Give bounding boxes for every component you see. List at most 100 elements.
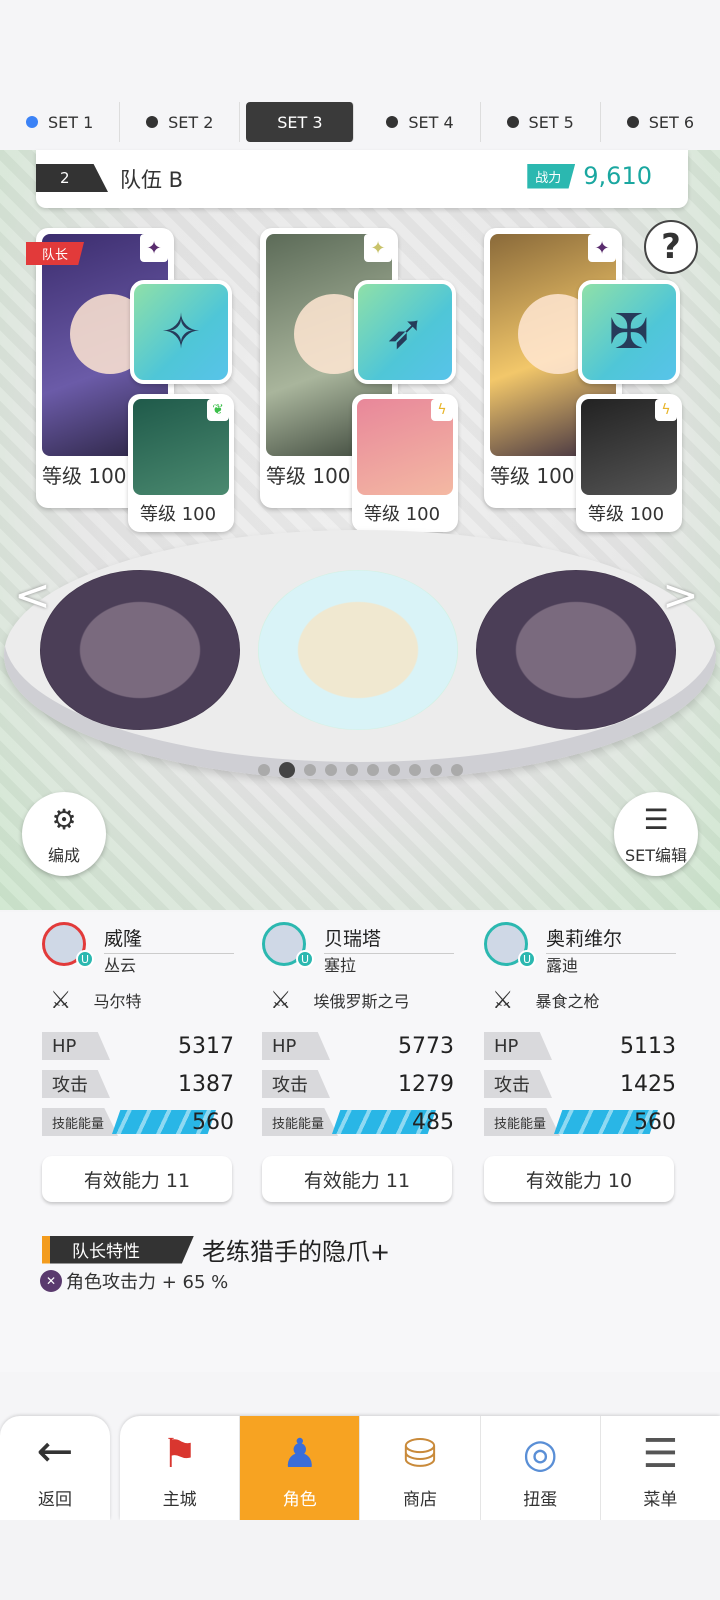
weapon-name: 马尔特 <box>93 992 142 1011</box>
weapon-icon: ⚔ <box>492 986 514 1014</box>
attack-label: 攻击 <box>484 1070 552 1098</box>
page-dot[interactable] <box>324 764 337 776</box>
leader-tag: 队长 <box>26 242 85 265</box>
effective-ability-button[interactable]: 有效能力 11 <box>42 1156 232 1202</box>
pedestal-3 <box>476 570 676 730</box>
page-dot[interactable] <box>278 762 295 778</box>
weapon-row: ⚔ 暴食之枪 <box>492 986 600 1014</box>
support-name: 丛云 <box>104 956 137 975</box>
set-edit-label: SET编辑 <box>624 846 688 865</box>
page-dot[interactable] <box>366 764 379 776</box>
tab-label: 主城 <box>162 1490 197 1510</box>
page-dot[interactable] <box>450 764 463 776</box>
set-dot-icon <box>506 116 519 128</box>
hp-value: 5317 <box>178 1033 234 1059</box>
hero-slot-2[interactable]: ✦ 等级 100 ➶ ϟ 等级 100 <box>256 228 458 538</box>
set-tab-1[interactable]: SET 1 <box>0 102 121 142</box>
page-dot[interactable] <box>387 764 400 776</box>
weapon-icon: ⚔ <box>50 986 72 1014</box>
tab-menu[interactable]: ☰ 菜单 <box>601 1416 720 1520</box>
support-level: 等级 100 <box>588 504 665 525</box>
prev-arrow-icon[interactable]: < <box>14 570 51 621</box>
effective-ability-button[interactable]: 有效能力 10 <box>484 1156 674 1202</box>
page-dot[interactable] <box>408 764 421 776</box>
town-icon: ⚑ <box>161 1431 198 1477</box>
set-tab-4[interactable]: SET 4 <box>360 102 481 142</box>
support-name: 塞拉 <box>324 956 357 975</box>
hp-value: 5773 <box>398 1033 454 1059</box>
page-dot[interactable] <box>257 764 270 776</box>
hero-name: 威隆 <box>104 924 234 954</box>
skill-energy-label: 技能能量 <box>42 1108 118 1136</box>
hero-level: 等级 100 <box>42 464 127 488</box>
light-element-icon: ✦ <box>364 234 392 262</box>
combat-power-label: 战力 <box>527 163 576 189</box>
leader-skill: 队长特性 老练猎手的隐爪+ <box>42 1232 390 1267</box>
formation-button[interactable]: ⚙ 编成 <box>22 792 106 876</box>
skill-energy-stat: 技能能量 485 <box>262 1108 454 1136</box>
support-card[interactable]: ϟ 等级 100 <box>576 394 682 532</box>
hero-level: 等级 100 <box>266 464 351 488</box>
skill-energy-stat: 技能能量 560 <box>42 1108 234 1136</box>
effective-ability-button[interactable]: 有效能力 11 <box>262 1156 452 1202</box>
back-arrow-icon: ← <box>36 1426 74 1477</box>
shop-icon: ⛁ <box>403 1431 437 1477</box>
support-card[interactable]: ❦ 等级 100 <box>128 394 234 532</box>
nav-tabs: ⚑ 主城 ♟ 角色 ⛁ 商店 ◎ 扭蛋 ☰ 菜单 <box>120 1416 720 1520</box>
support-level: 等级 100 <box>140 504 217 525</box>
page-dot[interactable] <box>345 764 358 776</box>
mace-icon[interactable]: ✠ <box>578 280 680 384</box>
formation-label: 编成 <box>47 846 80 865</box>
hp-stat: HP 5773 <box>262 1032 454 1060</box>
hero-slot-3[interactable]: ✦ 等级 100 ✠ ϟ 等级 100 <box>480 228 682 538</box>
set-dot-icon <box>146 116 159 128</box>
attack-label: 攻击 <box>42 1070 110 1098</box>
tab-gacha[interactable]: ◎ 扭蛋 <box>481 1416 601 1520</box>
lightning-element-icon: ϟ <box>431 399 453 421</box>
set-edit-button[interactable]: ☰ SET编辑 <box>614 792 698 876</box>
tab-characters[interactable]: ♟ 角色 <box>240 1416 361 1520</box>
support-level: 等级 100 <box>364 504 441 525</box>
character-icon: ♟ <box>281 1431 318 1477</box>
attack-label: 攻击 <box>262 1070 330 1098</box>
set-dot-icon <box>626 116 639 128</box>
support-name: 露迪 <box>546 956 579 975</box>
attack-value: 1279 <box>398 1071 454 1097</box>
staff-icon[interactable]: ✧ <box>130 280 232 384</box>
set-tab-6[interactable]: SET 6 <box>601 102 720 142</box>
skill-energy-value: 560 <box>192 1109 234 1135</box>
tab-label: 角色 <box>282 1490 317 1510</box>
leader-skill-name: 老练猎手的隐爪+ <box>202 1238 391 1266</box>
leader-skill-desc-text: 角色攻击力 + 65 % <box>66 1272 229 1293</box>
dark-element-icon: ✦ <box>588 234 616 262</box>
tab-town[interactable]: ⚑ 主城 <box>120 1416 241 1520</box>
attack-stat: 攻击 1425 <box>484 1070 676 1098</box>
set-tab-2[interactable]: SET 2 <box>120 102 241 142</box>
menu-icon: ☰ <box>642 1431 679 1477</box>
set-dot-icon <box>386 116 399 128</box>
next-arrow-icon[interactable]: > <box>662 570 699 621</box>
formation-icon: ⚙ <box>51 803 77 836</box>
lightning-element-icon: ϟ <box>655 399 677 421</box>
attack-stat: 攻击 1387 <box>42 1070 234 1098</box>
attack-stat: 攻击 1279 <box>262 1070 454 1098</box>
team-name[interactable]: 队伍 B <box>120 164 183 194</box>
tab-shop[interactable]: ⛁ 商店 <box>360 1416 481 1520</box>
hero-name: 奥莉维尔 <box>546 924 676 954</box>
page-dot[interactable] <box>429 764 442 776</box>
support-card[interactable]: ϟ 等级 100 <box>352 394 458 532</box>
back-button[interactable]: ← 返回 <box>0 1416 110 1520</box>
set-dot-icon <box>25 116 38 128</box>
set-tab-5[interactable]: SET 5 <box>481 102 601 142</box>
bow-icon[interactable]: ➶ <box>354 280 456 384</box>
set-tab-3[interactable]: SET 3 <box>246 102 355 142</box>
leader-skill-label: 队长特性 <box>42 1235 194 1264</box>
page-dot[interactable] <box>303 764 316 776</box>
support-badge-icon: U <box>76 950 94 968</box>
weapon-row: ⚔ 马尔特 <box>50 986 142 1014</box>
tab-label: 扭蛋 <box>523 1490 558 1510</box>
skill-energy-label: 技能能量 <box>262 1108 338 1136</box>
team-number: 2 <box>36 164 108 192</box>
hero-slot-1[interactable]: ✦ 等级 100 队长 ✧ ❦ 等级 100 <box>26 228 234 538</box>
attack-value: 1425 <box>620 1071 676 1097</box>
